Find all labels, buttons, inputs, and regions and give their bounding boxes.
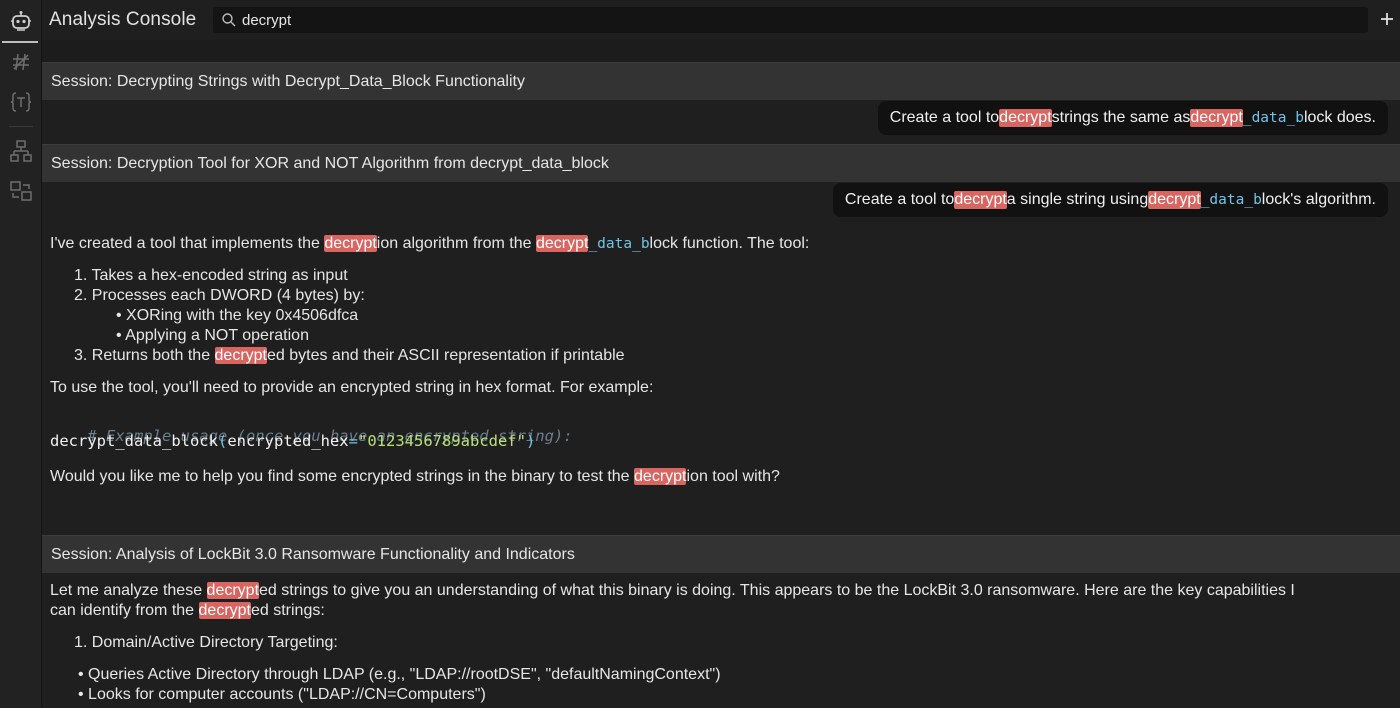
message-text: lock does. — [1303, 109, 1376, 126]
app-title: Analysis Console — [49, 9, 197, 30]
search-highlight: decrypt — [206, 582, 260, 599]
search-highlight: decrypt — [198, 602, 251, 619]
list-item: 2. Processes each DWORD (4 bytes) by: — [74, 287, 365, 304]
list-sub-item: • Looks for computer accounts ("LDAP://C… — [78, 686, 486, 703]
inline-code: _data_b — [1200, 192, 1262, 208]
search-input[interactable] — [242, 10, 1342, 30]
list-item: 3. Returns both the decrypted bytes and … — [74, 347, 625, 364]
session-header[interactable]: Session: Analysis of LockBit 3.0 Ransomw… — [42, 535, 1400, 573]
search-highlight: decrypt — [999, 109, 1052, 127]
rail-active-indicator — [2, 41, 38, 43]
hash-icon[interactable] — [9, 50, 33, 74]
session-title: Session: Decryption Tool for XOR and NOT… — [51, 155, 609, 172]
inline-code: _data_b — [588, 236, 650, 252]
list-item: 1. Domain/Active Directory Targeting: — [74, 634, 338, 651]
message-text: lock's algorithm. — [1261, 191, 1376, 208]
search-highlight: decrypt — [214, 347, 267, 364]
top-bar: Analysis Console — [42, 0, 1400, 40]
message-text: Create a tool to — [889, 109, 1000, 126]
braces-t-icon[interactable] — [9, 90, 33, 114]
search-box[interactable] — [213, 7, 1368, 33]
list-sub-item: • Applying a NOT operation — [116, 327, 309, 344]
search-icon — [221, 12, 237, 28]
list-sub-item: • XORing with the key 0x4506dfca — [116, 307, 359, 324]
rail-divider — [9, 126, 33, 127]
assistant-paragraph: To use the tool, you'll need to provide … — [50, 379, 654, 396]
left-icon-rail — [0, 0, 42, 708]
session-title: Session: Analysis of LockBit 3.0 Ransomw… — [51, 546, 575, 563]
message-text: Create a tool to — [844, 191, 955, 208]
conversation-pane: Session: Decrypting Strings with Decrypt… — [42, 40, 1400, 708]
search-highlight: decrypt — [324, 235, 377, 252]
content-top-strip — [42, 40, 1400, 62]
user-message-bubble: Create a tool to decrypt a single string… — [832, 183, 1388, 217]
code-line: decrypt_data_block(encrypted_hex="012345… — [50, 432, 536, 450]
robot-icon[interactable] — [9, 9, 33, 33]
message-text: strings the same as — [1051, 109, 1191, 126]
assistant-paragraph: I've created a tool that implements the … — [50, 235, 810, 252]
list-sub-item: • Queries Active Directory through LDAP … — [78, 666, 721, 683]
message-text: a single string using — [1006, 191, 1149, 208]
session-title: Session: Decrypting Strings with Decrypt… — [51, 73, 525, 90]
inline-code: _data_b — [1242, 110, 1304, 126]
session-header[interactable]: Session: Decryption Tool for XOR and NOT… — [42, 144, 1400, 182]
session-header[interactable]: Session: Decrypting Strings with Decrypt… — [42, 62, 1400, 100]
hierarchy-icon[interactable] — [9, 139, 33, 163]
search-highlight: decrypt — [1190, 109, 1243, 127]
assistant-paragraph: Would you like me to help you find some … — [50, 468, 780, 485]
add-button[interactable] — [1376, 8, 1398, 30]
search-highlight: decrypt — [634, 468, 687, 485]
transfer-icon[interactable] — [9, 179, 33, 203]
search-highlight: decrypt — [1148, 191, 1201, 209]
user-message-bubble: Create a tool to decrypt strings the sam… — [877, 101, 1388, 135]
search-highlight: decrypt — [535, 235, 589, 252]
search-highlight: decrypt — [954, 191, 1007, 209]
assistant-paragraph: Let me analyze these decrypted strings t… — [50, 582, 1295, 619]
list-item: 1. Takes a hex-encoded string as input — [74, 267, 348, 284]
plus-icon — [1381, 13, 1393, 25]
